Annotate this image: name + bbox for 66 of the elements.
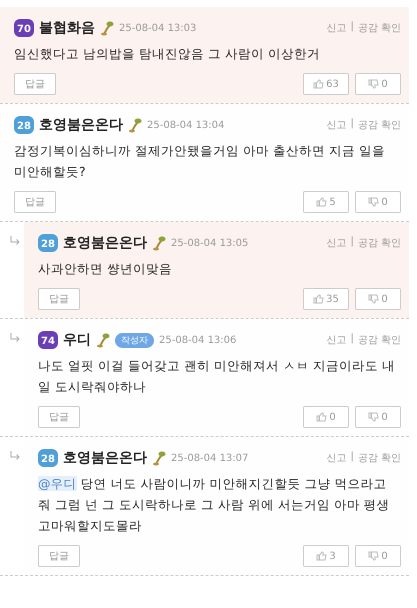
thumbs-up-icon	[316, 551, 328, 561]
thumbs-up-icon	[313, 294, 324, 304]
report-link[interactable]: 신고	[326, 118, 346, 132]
comment-text: 나도 얼핏 이걸 들어갖고 괜히 미안해져서 ㅅㅂ 지금이라도 내일 도시락줘야하나	[38, 357, 396, 396]
dislike-button[interactable]: 0	[355, 288, 401, 310]
sprout-icon	[100, 20, 114, 36]
report-link[interactable]: 신고	[326, 451, 346, 465]
separator: |	[350, 236, 354, 249]
thumbs-down-icon	[368, 551, 380, 561]
separator: |	[350, 118, 354, 131]
reply-button[interactable]: 답글	[38, 406, 80, 428]
like-button[interactable]: 3	[303, 545, 349, 567]
report-link[interactable]: 신고	[326, 333, 346, 347]
author-name[interactable]: 호영붐은온다	[39, 116, 123, 134]
report-link[interactable]: 신고	[326, 236, 346, 250]
dislike-button[interactable]: 0	[355, 545, 401, 567]
comment-text: 사과안하면 썅년이맞음	[38, 260, 173, 278]
dislike-button[interactable]: 0	[355, 406, 401, 428]
timestamp: 25-08-04 13:03	[119, 22, 196, 34]
level-badge: 28	[38, 234, 58, 252]
author-name[interactable]: 우디	[63, 331, 91, 349]
thumbs-down-icon	[368, 412, 380, 422]
thumbs-down-icon	[368, 79, 380, 89]
sprout-icon	[128, 117, 142, 133]
timestamp: 25-08-04 13:07	[171, 452, 248, 464]
like-button[interactable]: 63	[303, 73, 349, 95]
empathy-link[interactable]: 공감 확인	[358, 118, 401, 132]
like-button[interactable]: 35	[303, 288, 349, 310]
thumbs-up-icon	[316, 412, 328, 422]
like-button[interactable]: 0	[303, 406, 349, 428]
reply-button[interactable]: 답글	[38, 545, 80, 567]
author-name[interactable]: 불협화음	[39, 19, 95, 37]
empathy-link[interactable]: 공감 확인	[358, 236, 401, 250]
sprout-icon	[152, 450, 166, 466]
thumbs-down-icon	[368, 294, 380, 304]
comment-text: 임신했다고 남의밥을 탐내진않음 그 사람이 이상한거	[14, 45, 321, 63]
comment-text: @우디 당연 너도 사람이니까 미안해지긴할듯 그냥 먹으라고 줘 그럼 넌 그 도시락하나로 그 사람 위에 서는거임 아마 평생고마워할지도몰라	[38, 475, 391, 535]
timestamp: 25-08-04 13:06	[159, 334, 236, 346]
sprout-icon	[96, 332, 110, 348]
empathy-link[interactable]: 공감 확인	[358, 451, 401, 465]
dislike-button[interactable]: 0	[355, 191, 401, 213]
author-name[interactable]: 호영붐은온다	[63, 449, 147, 467]
reply-button[interactable]: 답글	[14, 73, 56, 95]
level-badge: 70	[14, 19, 34, 37]
empathy-link[interactable]: 공감 확인	[358, 333, 401, 347]
level-badge: 28	[14, 116, 34, 134]
comment-text: 감정기복이심하니까 절제가안됐을거임 아마 출산하면 지금 일을 미안해할듯?	[14, 142, 386, 181]
level-badge: 74	[38, 331, 58, 349]
separator: |	[350, 21, 354, 34]
author-tag: 작성자	[115, 332, 154, 348]
level-badge: 28	[38, 449, 58, 467]
thumbs-down-icon	[368, 197, 380, 207]
sprout-icon	[152, 235, 166, 251]
thumbs-up-icon	[313, 79, 324, 89]
dislike-button[interactable]: 0	[355, 73, 401, 95]
separator: |	[350, 333, 354, 346]
reply-button[interactable]: 답글	[14, 191, 56, 213]
thumbs-up-icon	[316, 197, 328, 207]
like-button[interactable]: 5	[303, 191, 349, 213]
timestamp: 25-08-04 13:05	[171, 238, 248, 248]
report-link[interactable]: 신고	[326, 21, 346, 35]
empathy-link[interactable]: 공감 확인	[358, 21, 401, 35]
reply-button[interactable]: 답글	[38, 288, 80, 310]
separator: |	[350, 451, 354, 464]
author-name[interactable]: 호영붐은온다	[63, 234, 147, 252]
timestamp: 25-08-04 13:04	[147, 120, 224, 130]
